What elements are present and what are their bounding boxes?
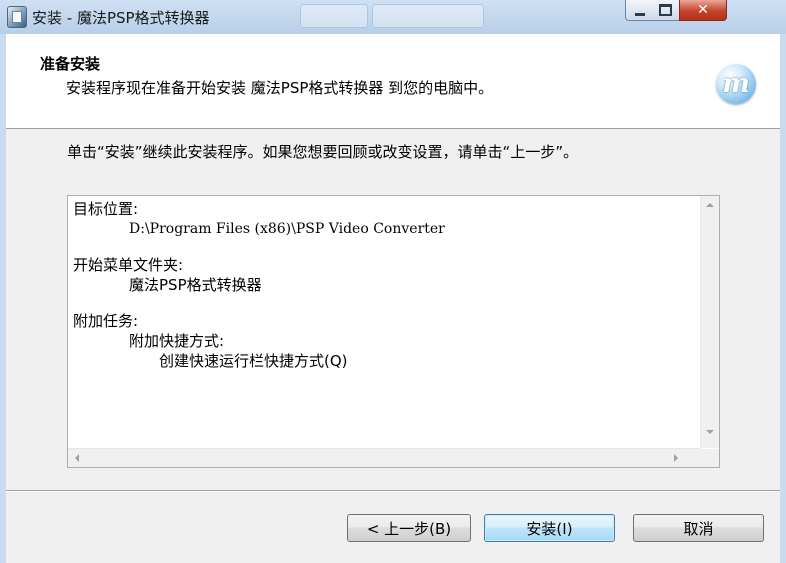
window-title: 安装 - 魔法PSP格式转换器 xyxy=(32,9,210,27)
maximize-icon xyxy=(659,4,672,16)
background-taskbar-item xyxy=(300,4,368,28)
page-subtitle: 安装程序现在准备开始安装 魔法PSP格式转换器 到您的电脑中。 xyxy=(66,79,494,97)
minimize-button[interactable] xyxy=(625,0,654,21)
title-bar: 安装 - 魔法PSP格式转换器 ✕ xyxy=(0,0,786,34)
scroll-left-icon[interactable] xyxy=(75,454,79,462)
minimize-icon xyxy=(634,12,645,16)
instruction-text: 单击“安装”继续此安装程序。如果您想要回顾或改变设置，请单击“上一步”。 xyxy=(67,143,579,161)
background-taskbar-item xyxy=(372,4,484,28)
logo-glyph: m xyxy=(722,69,750,99)
settings-summary-box[interactable]: 目标位置: D:\Program Files (x86)\PSP Video C… xyxy=(67,195,720,468)
close-icon: ✕ xyxy=(697,2,709,18)
destination-value: D:\Program Files (x86)\PSP Video Convert… xyxy=(129,221,445,237)
page-title: 准备安装 xyxy=(40,55,101,73)
vertical-scrollbar[interactable] xyxy=(700,196,719,448)
horizontal-scrollbar[interactable] xyxy=(68,448,701,467)
scroll-down-icon[interactable] xyxy=(706,430,714,434)
maximize-button[interactable] xyxy=(652,0,680,21)
scroll-right-icon[interactable] xyxy=(674,454,678,462)
tasks-label: 附加任务: xyxy=(73,312,139,330)
destination-label: 目标位置: xyxy=(73,200,139,218)
scroll-up-icon[interactable] xyxy=(706,203,714,207)
start-menu-label: 开始菜单文件夹: xyxy=(73,256,184,274)
start-menu-value: 魔法PSP格式转换器 xyxy=(129,276,262,294)
tasks-item: 创建快速运行栏快捷方式(Q) xyxy=(159,352,348,370)
installer-app-icon[interactable] xyxy=(7,6,27,28)
summary-content: 目标位置: D:\Program Files (x86)\PSP Video C… xyxy=(73,199,445,371)
scrollbar-corner xyxy=(701,449,719,467)
button-area-divider xyxy=(6,490,780,492)
tasks-group: 附加快捷方式: xyxy=(129,332,225,350)
install-button[interactable]: 安装(I) xyxy=(484,514,615,542)
wizard-logo-icon: m xyxy=(716,64,756,104)
close-button[interactable]: ✕ xyxy=(679,0,727,21)
back-button[interactable]: < 上一步(B) xyxy=(347,514,471,542)
wizard-header: 准备安装 安装程序现在准备开始安装 魔法PSP格式转换器 到您的电脑中。 m xyxy=(6,34,780,129)
cancel-button[interactable]: 取消 xyxy=(633,514,764,542)
